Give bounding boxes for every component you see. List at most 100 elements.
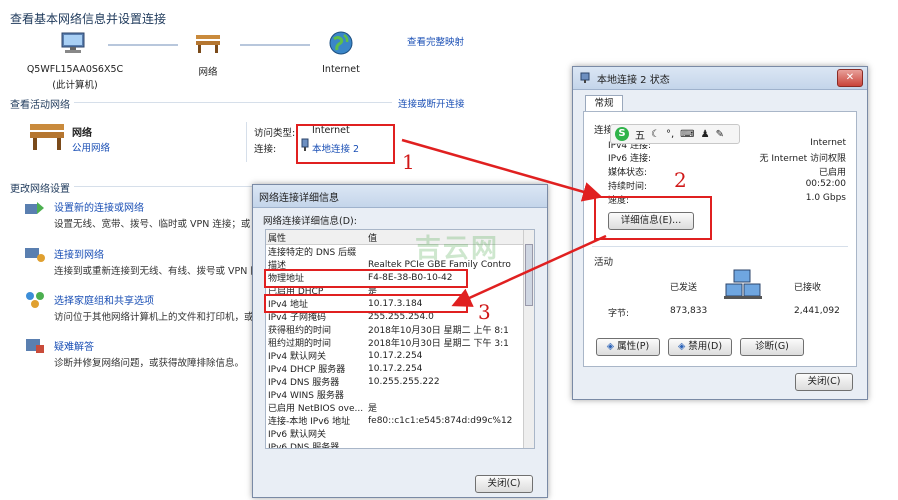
punctuation-icon[interactable]: °, (666, 129, 674, 140)
annotation-number-3: 3 (478, 300, 491, 324)
row-key: 媒体状态: (608, 168, 648, 178)
view-full-map-link[interactable]: 查看完整映射 (407, 34, 464, 48)
row-key: IPv6 连接: (608, 154, 652, 164)
net-line-2 (240, 44, 310, 46)
status-title: 本地连接 2 状态 (597, 74, 670, 86)
task-title[interactable]: 设置新的连接或网络 (54, 199, 144, 214)
divider (592, 246, 848, 247)
property-cell: 已启用 NetBIOS ove... (268, 404, 364, 414)
keyboard-icon[interactable]: ⌨ (680, 129, 694, 140)
tab-general[interactable]: 常规 (585, 95, 623, 112)
net-line-1 (108, 44, 178, 46)
bytes-label: 字节: (608, 309, 630, 319)
computer-icon (61, 32, 85, 53)
table-row[interactable]: IPv4 DNS 服务器 10.255.255.222 (266, 375, 534, 389)
sent-label: 已发送 (670, 283, 698, 293)
diagnose-button[interactable]: 诊断(G) (740, 338, 804, 356)
vertical-divider (246, 122, 247, 162)
details-window: 网络连接详细信息 网络连接详细信息(D): 属性 值 连接特定的 DNS 后缀描… (252, 184, 548, 498)
value-cell: 2018年10月30日 星期二 下午 3:1 (368, 339, 509, 349)
table-row[interactable]: IPv6 DNS 服务器 (266, 440, 534, 448)
row-key: 持续时间: (608, 182, 648, 192)
status-close-button[interactable]: 关闭(C) (795, 373, 853, 391)
annotation-box-details (594, 196, 712, 240)
task-desc: 诊断并修复网络问题，或获得故障排除信息。 (54, 358, 245, 369)
moon-icon[interactable]: ☾ (651, 129, 660, 140)
value-cell (366, 427, 534, 440)
property-cell: 连接-本地 IPv6 地址 (268, 417, 351, 427)
connect-network-icon (25, 248, 45, 262)
value-cell: 2018年10月30日 星期二 上午 8:1 (368, 326, 509, 336)
property-cell: IPv6 默认网关 (268, 430, 326, 440)
computer-name: Q5WFL15AA0S6X5C (26, 64, 124, 75)
ime-toolbar[interactable]: S 五 ☾ °, ⌨ ♟ ✎ (610, 124, 740, 144)
property-cell: 获得租约的时间 (268, 326, 332, 336)
value-cell: fe80::c1c1:e545:874d:d99c%12 (368, 415, 513, 426)
table-row[interactable]: IPv6 默认网关 (266, 427, 534, 440)
bytes-received: 2,441,092 (794, 306, 840, 316)
table-row[interactable]: IPv4 默认网关 10.17.2.254 (266, 349, 534, 363)
task-title[interactable]: 疑难解答 (54, 338, 94, 353)
row-value: 1.0 Gbps (805, 193, 846, 203)
table-row[interactable]: 已启用 NetBIOS ove... 是 (266, 401, 534, 414)
properties-button[interactable]: ◈ 属性(P) (596, 338, 660, 356)
user-icon[interactable]: ♟ (701, 129, 710, 140)
watermark: 吉云网 (415, 234, 500, 264)
details-close-button[interactable]: 关闭(C) (475, 475, 533, 493)
property-cell: IPv4 DHCP 服务器 (268, 365, 346, 375)
globe-icon (329, 31, 353, 55)
table-row[interactable]: IPv4 WINS 服务器 (266, 388, 534, 401)
change-settings-heading: 更改网络设置 (10, 184, 70, 195)
row-value: 无 Internet 访问权限 (759, 154, 846, 164)
wrench-icon[interactable]: ✎ (716, 129, 724, 140)
setup-connection-icon (25, 202, 44, 214)
ethernet-icon (580, 72, 590, 83)
annotation-number-2: 2 (674, 168, 687, 192)
property-cell: 租约过期的时间 (268, 339, 332, 349)
annotation-box-ipv4 (264, 294, 468, 313)
task-desc: 设置无线、宽带、拨号、临时或 VPN 连接；或 (54, 219, 251, 230)
details-titlebar: 网络连接详细信息 (253, 185, 547, 208)
table-row[interactable]: 获得租约的时间 2018年10月30日 星期二 上午 8:1 (266, 323, 534, 336)
disable-button[interactable]: ◈ 禁用(D) (668, 338, 732, 356)
value-cell: 10.17.2.254 (368, 363, 423, 374)
access-type-label: 访问类型: (254, 128, 296, 139)
annotation-box-connection (296, 124, 395, 164)
task-title[interactable]: 选择家庭组和共享选项 (54, 292, 154, 307)
task-title[interactable]: 连接到网络 (54, 246, 104, 261)
property-cell: 连接特定的 DNS 后缀 (268, 248, 357, 258)
table-row[interactable]: 租约过期的时间 2018年10月30日 星期二 下午 3:1 (266, 336, 534, 349)
details-title: 网络连接详细信息 (259, 192, 339, 204)
activity-group-label: 活动 (594, 257, 614, 268)
divider (74, 186, 254, 187)
ime-mode[interactable]: 五 (635, 127, 645, 142)
task-desc: 连接到或重新连接到无线、有线、拨号或 VPN 网 (54, 266, 260, 277)
property-cell: IPv4 默认网关 (268, 352, 326, 362)
internet-node-label: Internet (322, 64, 360, 75)
value-cell: 是 (368, 404, 378, 414)
disable-label: 禁用(D) (688, 341, 723, 352)
table-row[interactable]: 连接-本地 IPv6 地址 fe80::c1c1:e545:874d:d99c%1… (266, 414, 534, 428)
property-cell: IPv4 WINS 服务器 (268, 391, 344, 401)
network-activity-icon (724, 269, 762, 299)
ime-logo-icon: S (615, 127, 629, 141)
scrollbar-thumb[interactable] (525, 244, 533, 306)
computer-sub: (此计算机) (52, 80, 98, 91)
troubleshoot-icon (26, 339, 44, 353)
network-type-link[interactable]: 公用网络 (72, 140, 110, 154)
scrollbar[interactable] (523, 230, 534, 448)
bytes-sent: 873,833 (670, 306, 708, 316)
value-cell: 10.17.2.254 (368, 350, 423, 361)
active-networks-heading: 查看活动网络 (10, 100, 70, 111)
row-value: 00:52:00 (805, 179, 846, 189)
column-header-property[interactable]: 属性 (266, 230, 366, 245)
connection-label: 连接: (254, 144, 277, 155)
status-titlebar: 本地连接 2 状态 (573, 67, 867, 90)
connect-disconnect-link[interactable]: 连接或断开连接 (398, 96, 465, 110)
table-row[interactable]: IPv4 DHCP 服务器 10.17.2.254 (266, 362, 534, 376)
value-cell (366, 388, 534, 401)
close-icon[interactable]: ✕ (837, 69, 863, 87)
annotation-number-1: 1 (402, 150, 415, 174)
received-label: 已接收 (794, 283, 822, 293)
row-value: 已启用 (818, 168, 846, 178)
